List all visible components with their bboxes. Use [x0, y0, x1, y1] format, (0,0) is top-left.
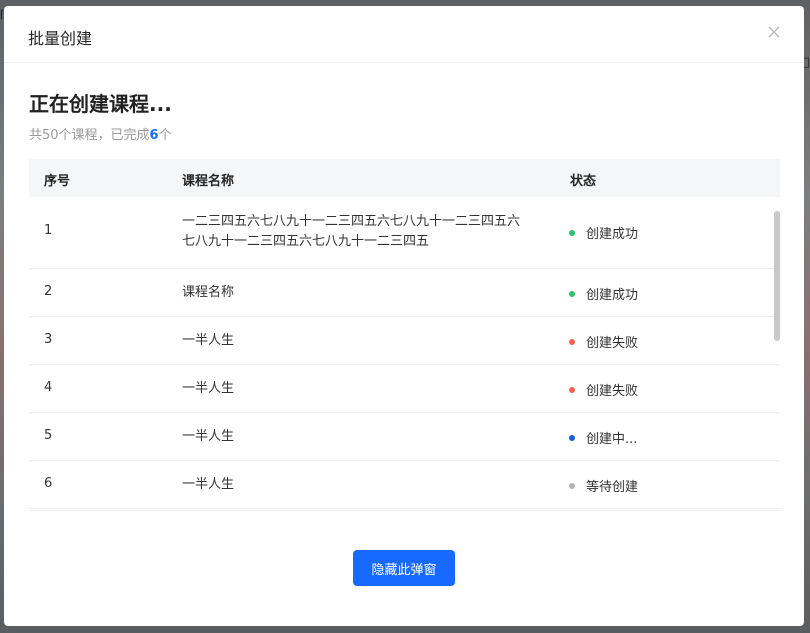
progress-heading: 正在创建课程... [29, 92, 172, 116]
row-status: 创建成功 [569, 284, 638, 303]
status-dot [569, 482, 575, 489]
row-index: 2 [44, 284, 53, 299]
status-dot [569, 290, 575, 297]
row-index: 5 [44, 428, 53, 443]
batch-create-modal: 批量创建 正在创建课程... 共50个课程，已完成6个 序号 课程名称 状态 1… [4, 6, 804, 626]
completed-count: 6 [149, 128, 159, 143]
table-row: 4 一半人生 创建失败 [29, 365, 780, 413]
row-index: 6 [44, 476, 53, 491]
status-label: 创建失败 [586, 384, 639, 399]
modal-header: 批量创建 [4, 6, 804, 63]
status-dot [569, 386, 575, 393]
table-row: 1 一二三四五六七八九十一二三四五六七八九十一二三四五六七八九十一二三四五六七八九… [29, 197, 780, 269]
status-label: 创建成功 [586, 288, 639, 303]
course-table: 序号 课程名称 状态 1 一二三四五六七八九十一二三四五六七八九十一二三四五六七八… [29, 159, 780, 511]
status-dot [569, 434, 575, 441]
row-status: 创建成功 [569, 223, 638, 242]
close-icon[interactable] [766, 24, 782, 40]
column-header-name: 课程名称 [182, 174, 235, 189]
row-course-name: 一半人生 [182, 477, 235, 492]
row-status: 等待创建 [569, 476, 638, 495]
row-index: 1 [44, 223, 53, 238]
scrollbar-track[interactable] [774, 197, 780, 510]
status-label: 创建中... [586, 432, 638, 447]
status-label: 创建成功 [586, 227, 639, 242]
table-row: 2 课程名称 创建成功 [29, 269, 780, 317]
summary-suffix: 个 [158, 128, 172, 143]
status-dot [569, 229, 575, 236]
row-course-name: 一半人生 [182, 429, 235, 444]
row-course-name: 课程名称 [182, 285, 235, 300]
row-status: 创建中... [569, 428, 637, 447]
progress-summary: 共50个课程，已完成6个 [29, 124, 172, 143]
row-course-name: 一二三四五六七八九十一二三四五六七八九十一二三四五六七八九十一二三四五六七八九十… [182, 214, 521, 249]
row-status: 创建失败 [569, 332, 638, 351]
summary-prefix: 共50个课程，已完成 [29, 128, 150, 143]
row-course-name: 一半人生 [182, 381, 235, 396]
modal-title: 批量创建 [28, 29, 93, 48]
column-header-index: 序号 [44, 174, 71, 189]
row-course-name: 一半人生 [182, 333, 235, 348]
scrollbar-thumb[interactable] [774, 211, 780, 341]
row-index: 3 [44, 332, 53, 347]
table-row: 6 一半人生 等待创建 [29, 461, 780, 509]
status-label: 等待创建 [586, 480, 639, 495]
hide-modal-button[interactable]: 隐藏此弹窗 [353, 550, 455, 586]
status-dot [569, 338, 575, 345]
table-body[interactable]: 1 一二三四五六七八九十一二三四五六七八九十一二三四五六七八九十一二三四五六七八九… [29, 197, 780, 510]
table-row: 5 一半人生 创建中... [29, 413, 780, 461]
row-index: 4 [44, 380, 53, 395]
table-header: 序号 课程名称 状态 [29, 159, 780, 197]
status-label: 创建失败 [586, 336, 639, 351]
table-row: 3 一半人生 创建失败 [29, 317, 780, 365]
row-status: 创建失败 [569, 380, 638, 399]
column-header-status: 状态 [570, 174, 597, 189]
